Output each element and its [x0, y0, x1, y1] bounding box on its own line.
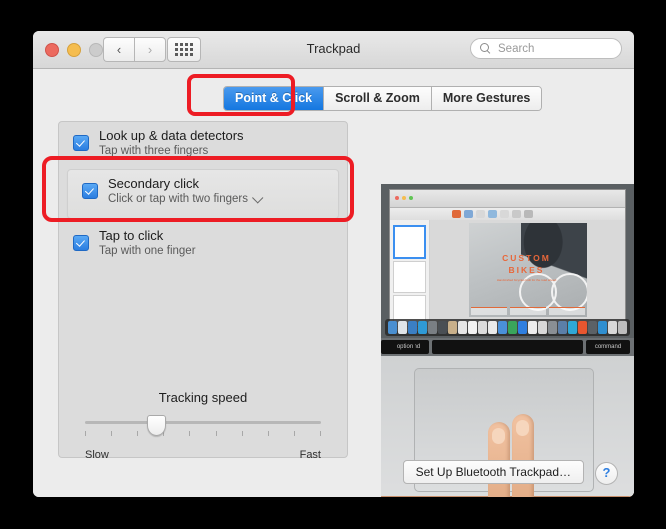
slider-track: [85, 421, 321, 424]
headline-line-2: BIKES: [508, 265, 545, 275]
option-title: Tap to click: [99, 228, 164, 243]
search-icon: [480, 43, 491, 54]
option-subtitle-text: Tap with three fingers: [99, 145, 209, 157]
window-body: Point & Click Scroll & Zoom More Gesture…: [33, 69, 634, 497]
option-title: Look up & data detectors: [99, 128, 244, 143]
preview-app-body: CUSTOM BIKES Handcrafted bicycles built …: [390, 220, 625, 331]
tab-bar: Point & Click Scroll & Zoom More Gesture…: [223, 86, 543, 111]
slider-ticks: [85, 431, 321, 437]
preview-app-window: CUSTOM BIKES Handcrafted bicycles built …: [389, 189, 626, 332]
window-titlebar: ‹ › Trackpad: [33, 31, 634, 69]
thumbnail-item: [393, 261, 426, 293]
option-tap-to-click[interactable]: Tap to click Tap with one finger: [59, 226, 347, 259]
preview-dock: [385, 319, 630, 336]
system-preferences-window: ‹ › Trackpad Point & Click Scroll & Zoom…: [33, 31, 634, 497]
preview-app-toolbar: [390, 190, 625, 208]
checkbox-secondary-click[interactable]: [82, 183, 98, 199]
option-look-up-and-data-detectors[interactable]: Look up & data detectors Tap with three …: [59, 126, 347, 159]
key-option: option: [381, 340, 415, 354]
document-footer-columns: [470, 307, 585, 315]
checkbox-look-up[interactable]: [73, 135, 89, 151]
tab-more-gestures[interactable]: More Gestures: [431, 87, 542, 110]
document-headline: CUSTOM BIKES Handcrafted bicycles built …: [477, 253, 577, 282]
tracking-speed-label: Tracking speed: [158, 390, 248, 405]
chevron-down-icon[interactable]: [252, 191, 264, 204]
headline-subtitle: Handcrafted bicycles built for the road …: [496, 278, 557, 282]
option-title: Secondary click: [108, 176, 200, 191]
preview-screen-video: CUSTOM BIKES Handcrafted bicycles built …: [381, 184, 634, 356]
key-command-right: command: [586, 340, 630, 354]
fingernail: [516, 420, 529, 436]
option-subtitle: Tap with three fingers: [99, 144, 244, 159]
preview-page-thumbnails: [390, 220, 430, 331]
search-input[interactable]: [496, 41, 612, 56]
help-button[interactable]: ?: [595, 462, 618, 485]
option-subtitle-text: Tap with one finger: [99, 245, 196, 257]
preview-document-canvas: CUSTOM BIKES Handcrafted bicycles built …: [430, 220, 625, 331]
window-footer: Set Up Bluetooth Trackpad… ?: [33, 450, 634, 497]
fingernail: [492, 428, 505, 444]
option-subtitle: Click or tap with two fingers: [108, 191, 264, 207]
set-up-bluetooth-trackpad-button[interactable]: Set Up Bluetooth Trackpad…: [402, 460, 584, 484]
search-field[interactable]: [470, 38, 622, 59]
option-secondary-click[interactable]: Secondary click Click or tap with two fi…: [67, 169, 339, 219]
tab-scroll-and-zoom[interactable]: Scroll & Zoom: [324, 87, 432, 110]
headline-line-1: CUSTOM: [502, 253, 551, 263]
preview-keyboard-row: command command option: [381, 338, 634, 356]
option-subtitle: Tap with one finger: [99, 244, 196, 259]
checkbox-tap-to-click[interactable]: [73, 235, 89, 251]
gesture-options-panel: Look up & data detectors Tap with three …: [58, 121, 348, 461]
option-subtitle-text: Click or tap with two fingers: [108, 193, 248, 205]
tracking-speed-slider[interactable]: [85, 415, 321, 445]
key-space: [432, 340, 583, 354]
preview-document-page: CUSTOM BIKES Handcrafted bicycles built …: [468, 223, 587, 317]
thumbnail-item: [393, 225, 426, 259]
screen-root: ‹ › Trackpad Point & Click Scroll & Zoom…: [0, 0, 666, 529]
tab-point-and-click[interactable]: Point & Click: [224, 87, 325, 110]
